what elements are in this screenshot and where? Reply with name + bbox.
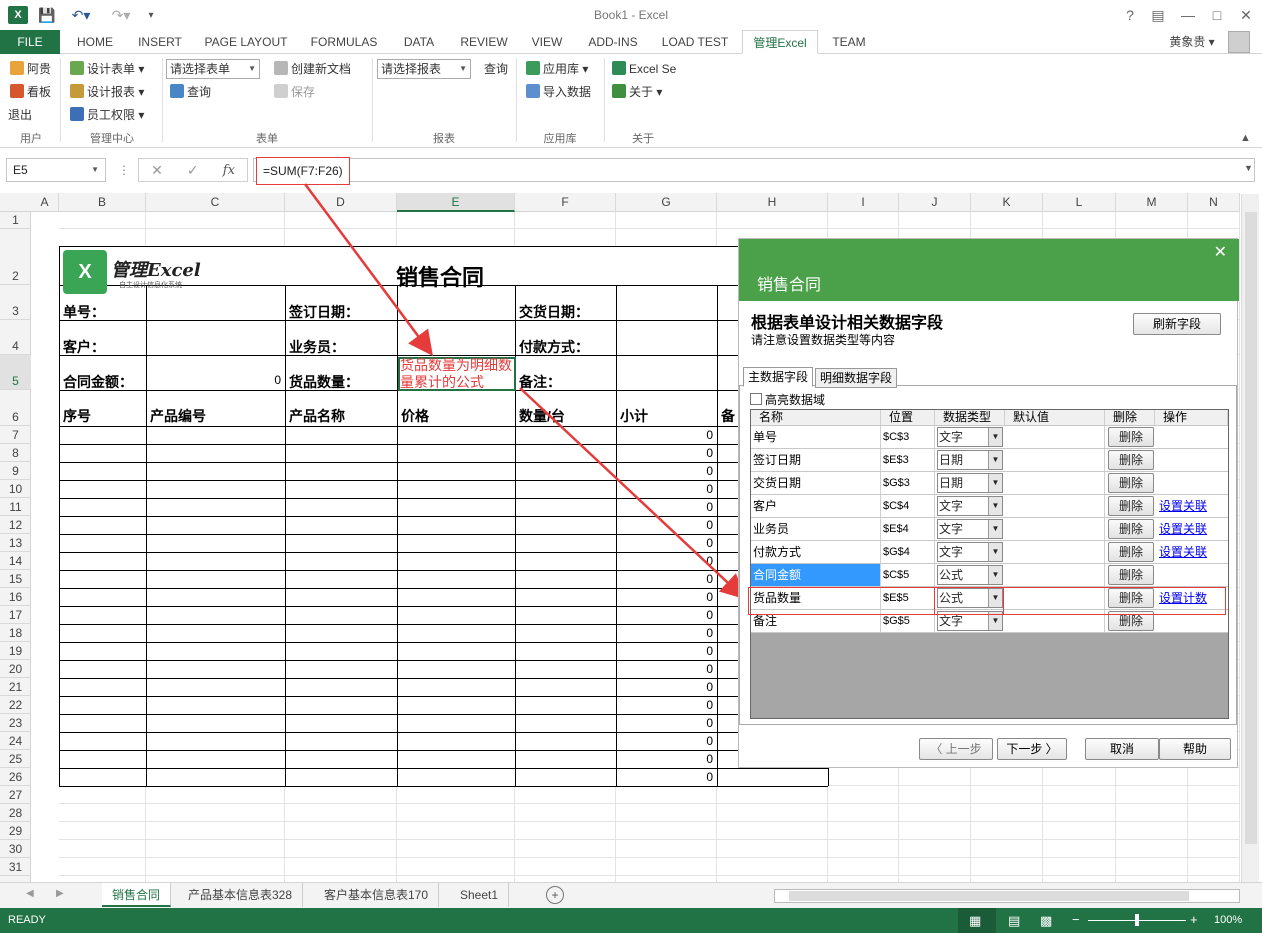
sheet-tab-customers[interactable]: 客户基本信息表170 <box>314 883 440 907</box>
vertical-scrollbar[interactable] <box>1241 194 1259 882</box>
grid-view-icon: ▦ <box>969 913 982 928</box>
delete-field-button[interactable]: 删除 <box>1108 565 1154 585</box>
delete-field-button[interactable]: 删除 <box>1108 496 1154 516</box>
field-row[interactable]: 合同金额 $C$5 公式 ▼ 删除 <box>751 564 1228 587</box>
fields-table: 名称 位置 数据类型 默认值 删除 操作 单号 $C$3 文字 ▼ 删除 签订日期 $E$3 日期 ▼ 删除交… <box>750 409 1229 719</box>
highlight-checkbox[interactable] <box>750 393 762 405</box>
fields-column-header: 数据类型 <box>935 410 1005 425</box>
dialog-heading: 根据表单设计相关数据字段 <box>751 315 944 332</box>
zoom-out-icon[interactable]: − <box>1072 912 1080 927</box>
zoom-slider-thumb[interactable] <box>1135 914 1139 926</box>
next-step-button[interactable]: 下一步 〉 <box>997 738 1067 760</box>
field-position: $G$3 <box>881 472 935 494</box>
tab-detail-fields[interactable]: 明细数据字段 <box>815 368 898 388</box>
field-position: $C$5 <box>881 564 935 586</box>
fields-column-header: 名称 <box>751 410 881 425</box>
field-action-link[interactable]: 设置关联 <box>1159 495 1207 517</box>
field-action-link[interactable]: 设置关联 <box>1159 541 1207 563</box>
dialog-title: 销售合同 <box>757 277 822 294</box>
field-type-select[interactable]: 文字 ▼ <box>937 542 1003 562</box>
field-row[interactable]: 交货日期 $G$3 日期 ▼ 删除 <box>751 472 1228 495</box>
field-position: $G$4 <box>881 541 935 563</box>
field-name[interactable]: 单号 <box>751 426 881 448</box>
field-default-value[interactable] <box>1005 564 1105 586</box>
highlight-label: 高亮数据域 <box>765 393 826 407</box>
chevron-down-icon: ▼ <box>988 428 1002 446</box>
prev-sheet-icon[interactable]: ◀ <box>26 888 34 899</box>
field-design-dialog: ✕ 销售合同 根据表单设计相关数据字段 请注意设置数据类型等内容 刷新字段 主数… <box>738 238 1239 768</box>
field-default-value[interactable] <box>1005 426 1105 448</box>
sheet-tabs-bar: ◀ ▶ 销售合同 产品基本信息表328 客户基本信息表170 Sheet1 + <box>0 882 1262 908</box>
chevron-down-icon: ▼ <box>988 451 1002 469</box>
field-type-select[interactable]: 文字 ▼ <box>937 496 1003 516</box>
zoom-in-icon[interactable]: + <box>1190 912 1198 927</box>
arrow-to-cell <box>303 183 433 357</box>
chevron-down-icon: ▼ <box>988 474 1002 492</box>
field-name[interactable]: 签订日期 <box>751 449 881 471</box>
field-type-select[interactable]: 文字 ▼ <box>937 427 1003 447</box>
arrow-to-dialog <box>519 387 746 600</box>
field-row[interactable]: 客户 $C$4 文字 ▼ 删除 设置关联 <box>751 495 1228 518</box>
delete-field-button[interactable]: 删除 <box>1108 542 1154 562</box>
field-name[interactable]: 付款方式 <box>751 541 881 563</box>
scrollbar-thumb[interactable] <box>789 891 1189 901</box>
field-type-select[interactable]: 文字 ▼ <box>937 519 1003 539</box>
fields-column-header: 默认值 <box>1005 410 1105 425</box>
delete-field-button[interactable]: 删除 <box>1108 473 1154 493</box>
field-name[interactable]: 交货日期 <box>751 472 881 494</box>
help-button[interactable]: 帮助 <box>1159 738 1231 760</box>
delete-field-button[interactable]: 删除 <box>1108 450 1154 470</box>
field-row[interactable]: 付款方式 $G$4 文字 ▼ 删除 设置关联 <box>751 541 1228 564</box>
field-position: $E$3 <box>881 449 935 471</box>
field-row[interactable]: 签订日期 $E$3 日期 ▼ 删除 <box>751 449 1228 472</box>
next-sheet-icon[interactable]: ▶ <box>56 888 64 899</box>
field-position: $C$4 <box>881 495 935 517</box>
field-position: $C$3 <box>881 426 935 448</box>
cancel-button[interactable]: 取消 <box>1085 738 1159 760</box>
sheet-tab-sales-contract[interactable]: 销售合同 <box>102 883 172 907</box>
fields-table-header: 名称 位置 数据类型 默认值 删除 操作 <box>751 410 1228 426</box>
sheet-tab-sheet1[interactable]: Sheet1 <box>450 883 510 907</box>
close-icon[interactable]: ✕ <box>1214 242 1227 262</box>
field-default-value[interactable] <box>1005 541 1105 563</box>
field-type-select[interactable]: 日期 ▼ <box>937 473 1003 493</box>
fields-column-header: 位置 <box>881 410 935 425</box>
field-action-link[interactable]: 设置关联 <box>1159 518 1207 540</box>
field-default-value[interactable] <box>1005 495 1105 517</box>
prev-step-button[interactable]: 〈 上一步 <box>919 738 993 760</box>
field-name[interactable]: 合同金额 <box>751 564 881 586</box>
delete-field-button[interactable]: 删除 <box>1108 519 1154 539</box>
page-layout-icon[interactable]: ▤ <box>1008 913 1020 929</box>
dialog-subheading: 请注意设置数据类型等内容 <box>751 333 896 347</box>
field-type-select[interactable]: 日期 ▼ <box>937 450 1003 470</box>
tab-main-fields[interactable]: 主数据字段 <box>743 367 814 387</box>
add-sheet-icon[interactable]: + <box>546 886 564 904</box>
delete-field-button[interactable]: 删除 <box>1108 427 1154 447</box>
status-ready: READY <box>8 914 46 926</box>
chevron-down-icon: ▼ <box>988 520 1002 538</box>
field-default-value[interactable] <box>1005 518 1105 540</box>
vertical-scrollbar-thumb[interactable] <box>1245 212 1257 844</box>
highlight-type-box <box>934 587 1004 615</box>
field-name[interactable]: 业务员 <box>751 518 881 540</box>
chevron-down-icon: ▼ <box>988 497 1002 515</box>
field-default-value[interactable] <box>1005 449 1105 471</box>
field-position: $E$4 <box>881 518 935 540</box>
refresh-fields-button[interactable]: 刷新字段 <box>1133 313 1221 335</box>
fields-column-header: 操作 <box>1155 410 1228 425</box>
chevron-down-icon: ▼ <box>988 566 1002 584</box>
page-break-icon[interactable]: ▩ <box>1040 913 1052 929</box>
dialog-header: ✕ 销售合同 <box>739 239 1239 301</box>
chevron-down-icon: ▼ <box>988 543 1002 561</box>
field-row[interactable]: 单号 $C$3 文字 ▼ 删除 <box>751 426 1228 449</box>
fields-column-header: 删除 <box>1105 410 1155 425</box>
horizontal-scrollbar[interactable] <box>774 889 1240 903</box>
field-name[interactable]: 客户 <box>751 495 881 517</box>
zoom-level[interactable]: 100% <box>1214 914 1242 926</box>
field-type-select[interactable]: 公式 ▼ <box>937 565 1003 585</box>
field-default-value[interactable] <box>1005 472 1105 494</box>
sheet-tab-products[interactable]: 产品基本信息表328 <box>178 883 304 907</box>
status-bar: READY ▦ ▤ ▩ − + 100% <box>0 908 1262 933</box>
field-row[interactable]: 业务员 $E$4 文字 ▼ 删除 设置关联 <box>751 518 1228 541</box>
